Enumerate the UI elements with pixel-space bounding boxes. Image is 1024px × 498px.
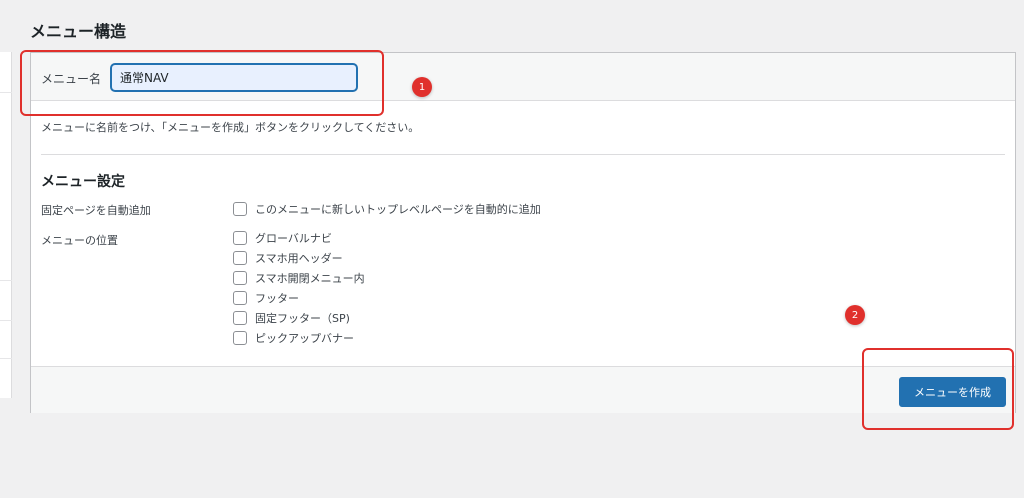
annotation-marker-1: 1	[412, 77, 432, 97]
left-column-divider	[0, 280, 12, 281]
left-column-divider	[0, 92, 12, 93]
location-option-global-nav[interactable]: グローバルナビ	[233, 230, 332, 246]
location-checkbox[interactable]	[233, 251, 247, 265]
location-option-label: 固定フッター（SP)	[255, 312, 350, 325]
instructions-text: メニューに名前をつけ、「メニューを作成」ボタンをクリックしてください。	[41, 121, 420, 134]
location-checkbox[interactable]	[233, 271, 247, 285]
menu-settings-title: メニュー設定	[41, 174, 125, 190]
auto-add-checkbox[interactable]	[233, 202, 247, 216]
location-option-label: スマホ用ヘッダー	[255, 252, 343, 265]
location-option-label: ピックアップバナー	[255, 332, 354, 345]
location-option-label: グローバルナビ	[255, 232, 332, 245]
section-divider	[41, 154, 1005, 155]
left-column-edge	[0, 52, 12, 398]
auto-add-option-label: このメニューに新しいトップレベルページを自動的に追加	[255, 203, 541, 216]
annotation-highlight-1	[20, 50, 384, 116]
left-column-divider	[0, 358, 12, 359]
annotation-marker-2: 2	[845, 305, 865, 325]
location-option-fixed-footer[interactable]: 固定フッター（SP)	[233, 310, 350, 326]
menu-location-label: メニューの位置	[41, 234, 118, 247]
location-checkbox[interactable]	[233, 331, 247, 345]
location-option-label: スマホ開閉メニュー内	[255, 272, 365, 285]
left-column-divider	[0, 320, 12, 321]
annotation-highlight-2	[862, 348, 1014, 430]
location-option-footer[interactable]: フッター	[233, 290, 299, 306]
location-option-pickup-banner[interactable]: ピックアップバナー	[233, 330, 354, 346]
location-checkbox[interactable]	[233, 311, 247, 325]
location-checkbox[interactable]	[233, 231, 247, 245]
location-option-sp-drawer[interactable]: スマホ開閉メニュー内	[233, 270, 365, 286]
auto-add-option[interactable]: このメニューに新しいトップレベルページを自動的に追加	[233, 201, 541, 217]
location-option-sp-header[interactable]: スマホ用ヘッダー	[233, 250, 343, 266]
location-option-label: フッター	[255, 292, 299, 305]
page-title: メニュー構造	[30, 22, 127, 41]
auto-add-label: 固定ページを自動追加	[41, 204, 151, 217]
location-checkbox[interactable]	[233, 291, 247, 305]
